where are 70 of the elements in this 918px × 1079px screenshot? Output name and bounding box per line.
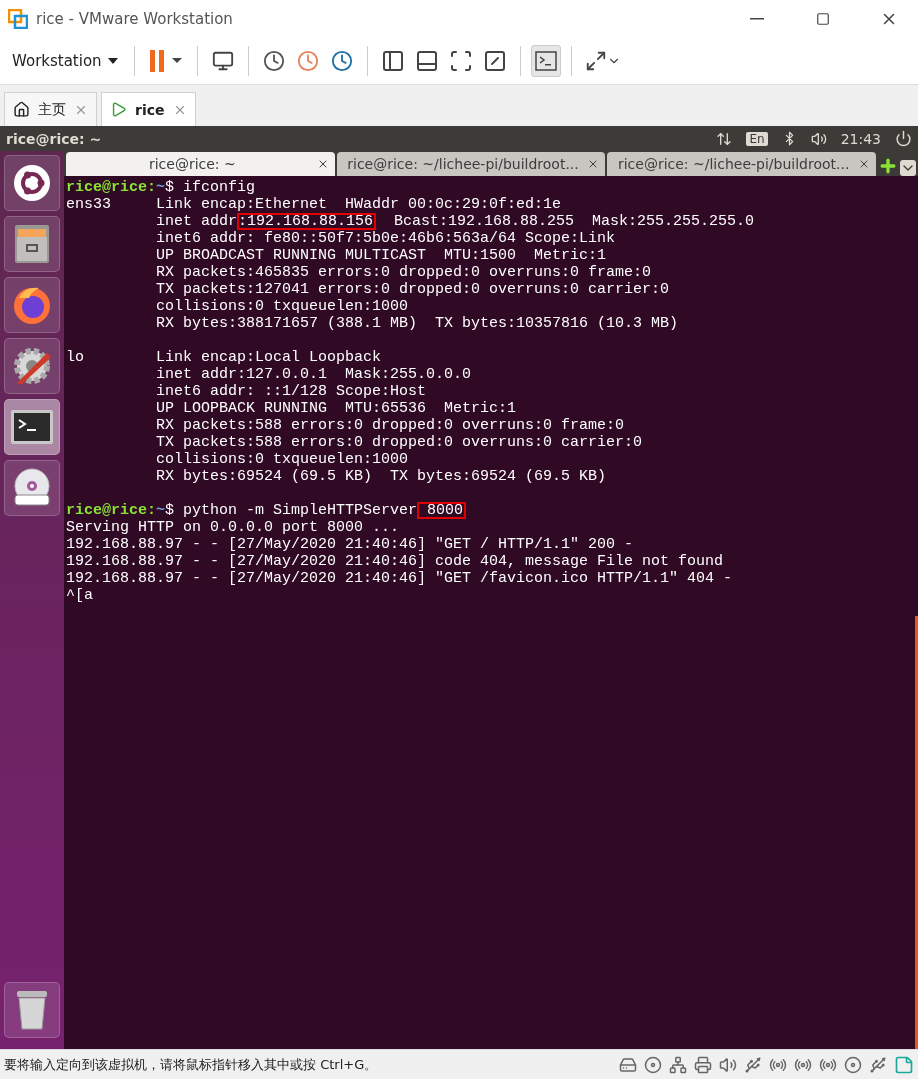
terminal[interactable] [64,176,918,1049]
terminal-tab[interactable]: rice@rice: ~/lichee-pi/buildroot... [607,152,876,176]
workstation-menu[interactable]: Workstation [6,48,124,74]
clock: 21:43 [840,130,881,147]
terminal-line: RX packets:588 errors:0 dropped:0 overruns:0 frame:0 [155,417,626,434]
terminal-line: Serving HTTP on 0.0.0.0 port 8000 ... [66,519,401,536]
terminal-window-title: rice@rice: ~ [6,130,103,147]
expand-icon [584,50,607,72]
target-icon[interactable] [844,1055,862,1074]
sound-icon[interactable] [719,1055,737,1074]
usb-icon[interactable] [744,1055,762,1074]
launcher-item[interactable] [4,460,60,516]
maximize-icon [816,12,830,26]
power-icon [895,130,912,147]
terminal-line: rice@rice:~$ python -m SimpleHTTPServer 8000 [66,502,916,519]
keyboard-layout[interactable]: En [746,131,768,146]
network-icon [716,130,733,147]
terminal-line: collisions:0 txqueuelen:1000 [155,451,410,468]
terminal-line: inet6 addr: ::1/128 Scope:Host [155,383,428,400]
minimize-icon [750,18,764,20]
terminal-line: TX packets:588 errors:0 dropped:0 overruns:0 carrier:0 [155,434,644,451]
terminal-line: UP LOOPBACK RUNNING MTU:65536 Metric:1 [155,400,518,417]
tab-menu-icon[interactable] [900,160,916,176]
terminal-line: 192.168.88.97 - - [27/May/2020 21:40:46] "GET / HTTP/1.1" 200 - [66,536,635,553]
vm-tab[interactable]: 主页 [4,92,97,126]
terminal-line: lo Link encap:Local Loopback [66,349,383,366]
new-tab-icon[interactable] [878,156,898,176]
settings-tool-icon [11,345,53,387]
terminal-line: ens33 Link encap:Ethernet HWaddr 00:0c:29:0f:ed:1e [66,196,563,213]
play-icon [110,101,127,118]
status-message: 要将输入定向到该虚拟机，请将鼠标指针移入其中或按 Ctrl+G。 [4,1055,379,1074]
network-adapter-icon[interactable] [669,1055,687,1074]
launcher-item[interactable] [4,277,60,333]
terminal-icon [10,409,54,445]
terminal-line: 192.168.88.97 - - [27/May/2020 21:40:46] "GET /favicon.ico HTTP/1.1" 404 - [66,570,734,587]
launcher-item[interactable] [4,982,60,1038]
terminal-line: inet6 addr: fe80::50f7:5b0e:46b6:563a/64 Scope:Link [155,230,617,247]
terminal-tab[interactable]: rice@rice: ~/lichee-pi/buildroot... [336,152,606,176]
printer-icon[interactable] [694,1055,712,1074]
terminal-line: UP BROADCAST RUNNING MULTICAST MTU:1500 Metric:1 [155,247,608,264]
terminal-line: inet addr:127.0.0.1 Mask:255.0.0.0 [155,366,473,383]
file-cabinet-icon [12,223,52,265]
terminal-line: inet addr:192.168.88.156 Bcast:192.168.88.255 Mask:255.255.255.0 [155,213,756,230]
terminal-tab[interactable]: rice@rice: ~ [66,152,335,176]
terminal-line: 192.168.88.97 - - [27/May/2020 21:40:46] code 404, message File not found [66,553,725,570]
terminal-line: RX packets:465835 errors:0 dropped:0 overruns:0 frame:0 [155,264,653,281]
launcher-item[interactable] [4,155,60,211]
vm-tab[interactable]: rice [101,92,196,126]
terminal-line: rice@rice:~$ ifconfig [66,179,257,196]
app-logo-icon [8,9,28,29]
note-icon[interactable] [894,1054,914,1075]
caret-icon [107,58,118,64]
terminal-line: ^[a [66,587,94,604]
terminal-line: TX packets:127041 errors:0 dropped:0 overruns:0 carrier:0 [155,281,671,298]
trash-icon [15,989,49,1031]
volume-icon [810,130,827,147]
window-title: rice - VMware Workstation [36,10,234,28]
close-icon[interactable] [858,158,870,170]
terminal-line: collisions:0 txqueuelen:1000 [155,298,410,315]
launcher-item[interactable] [4,216,60,272]
dvd-icon [11,467,53,509]
terminal-line: RX bytes:388171657 (388.1 MB) TX bytes:10357816 (10.3 MB) [155,315,680,332]
ubuntu-logo-icon [12,163,52,203]
disc-icon[interactable] [644,1055,662,1074]
launcher-item[interactable] [4,338,60,394]
launcher-item[interactable] [4,399,60,455]
home-icon [13,101,30,118]
console-button[interactable] [530,45,561,77]
usb-icon[interactable] [869,1055,887,1074]
terminal-line: RX bytes:69524 (69.5 KB) TX bytes:69524 (69.5 KB) [155,468,608,485]
